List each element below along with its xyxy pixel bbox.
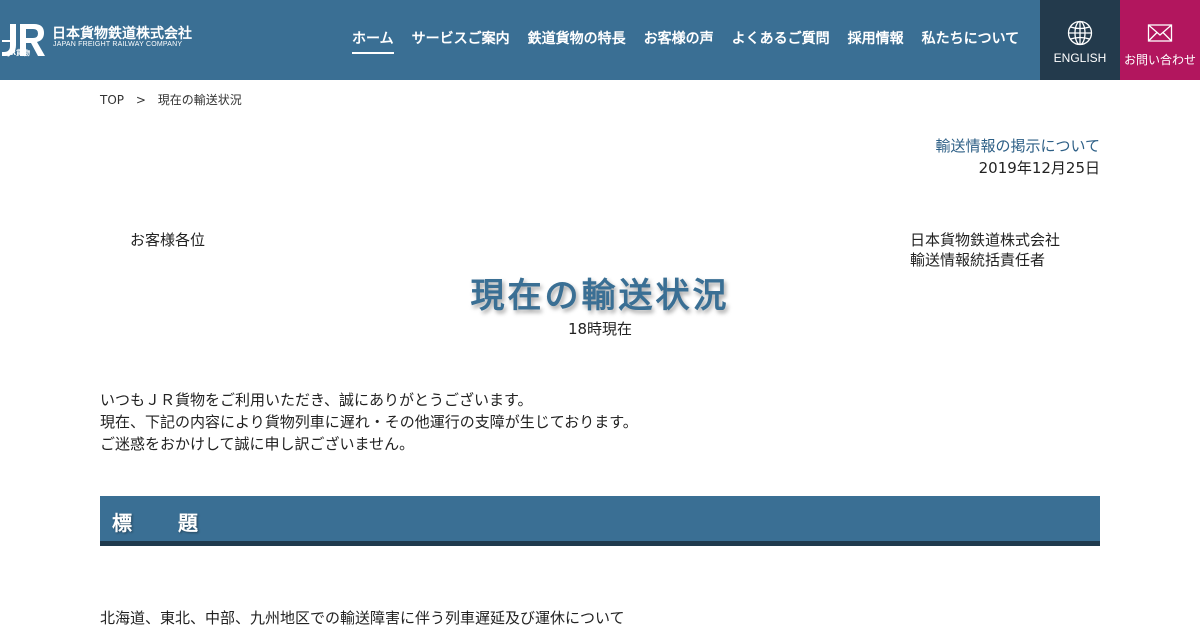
breadcrumb-current: 現在の輸送状況 <box>157 93 242 107</box>
intro-paragraph: いつもＪＲ貨物をご利用いただき、誠にありがとうございます。 現在、下記の内容によ… <box>100 389 638 455</box>
sender-block: 日本貨物鉄道株式会社 輸送情報統括責任者 <box>910 230 1060 270</box>
page-title: 現在の輸送状況 <box>470 276 730 316</box>
intro-line: ご迷惑をおかけして誠に申し訳ございません。 <box>100 435 415 453</box>
status-time: 18時現在 <box>567 320 633 338</box>
addressee: お客様各位 <box>130 231 206 249</box>
nav-item-features[interactable]: 鉄道貨物の特長 <box>528 28 626 52</box>
envelope-icon <box>1147 24 1173 42</box>
notice-info-link[interactable]: 輸送情報の掲示について <box>935 135 1100 156</box>
nav-item-faq[interactable]: よくあるご質問 <box>732 28 830 52</box>
breadcrumb: TOP > 現在の輸送状況 <box>100 91 242 108</box>
nav-item-services[interactable]: サービスご案内 <box>412 28 510 52</box>
company-name-en: JAPAN FREIGHT RAILWAY COMPANY <box>53 41 183 48</box>
nav-item-voices[interactable]: お客様の声 <box>644 28 714 52</box>
main-nav: ホーム サービスご案内 鉄道貨物の特長 お客様の声 よくあるご質問 採用情報 私… <box>343 0 1028 80</box>
section-header: 標 題 <box>100 496 1100 546</box>
breadcrumb-top-link[interactable]: TOP <box>100 93 124 107</box>
contact-button[interactable]: お問い合わせ <box>1120 0 1200 80</box>
notice-date: 2019年12月25日 <box>978 159 1100 177</box>
intro-line: いつもＪＲ貨物をご利用いただき、誠にありがとうございます。 <box>100 391 533 409</box>
english-button[interactable]: ENGLISH <box>1040 0 1120 80</box>
section-title: 標 題 <box>112 511 200 535</box>
nav-item-about[interactable]: 私たちについて <box>922 28 1020 52</box>
company-name-jp: 日本貨物鉄道株式会社 <box>52 26 192 42</box>
site-header: JR貨物 日本貨物鉄道株式会社 JAPAN FREIGHT RAILWAY CO… <box>0 0 1200 80</box>
company-logo[interactable]: JR貨物 日本貨物鉄道株式会社 JAPAN FREIGHT RAILWAY CO… <box>0 22 210 58</box>
sender-company: 日本貨物鉄道株式会社 <box>910 231 1061 249</box>
jr-freight-mark: JR貨物 <box>8 49 30 57</box>
nav-item-home[interactable]: ホーム <box>352 28 394 54</box>
notice-item-title: 北海道、東北、中部、九州地区での輸送障害に伴う列車遅延及び運休について <box>100 609 625 627</box>
intro-line: 現在、下記の内容により貨物列車に遅れ・その他運行の支障が生じております。 <box>100 413 638 431</box>
contact-label: お問い合わせ <box>1123 53 1196 67</box>
sender-role: 輸送情報統括責任者 <box>910 251 1046 269</box>
english-label: ENGLISH <box>1053 51 1107 65</box>
globe-icon <box>1067 20 1093 46</box>
breadcrumb-separator: > <box>135 93 146 107</box>
nav-item-recruit[interactable]: 採用情報 <box>848 28 904 52</box>
